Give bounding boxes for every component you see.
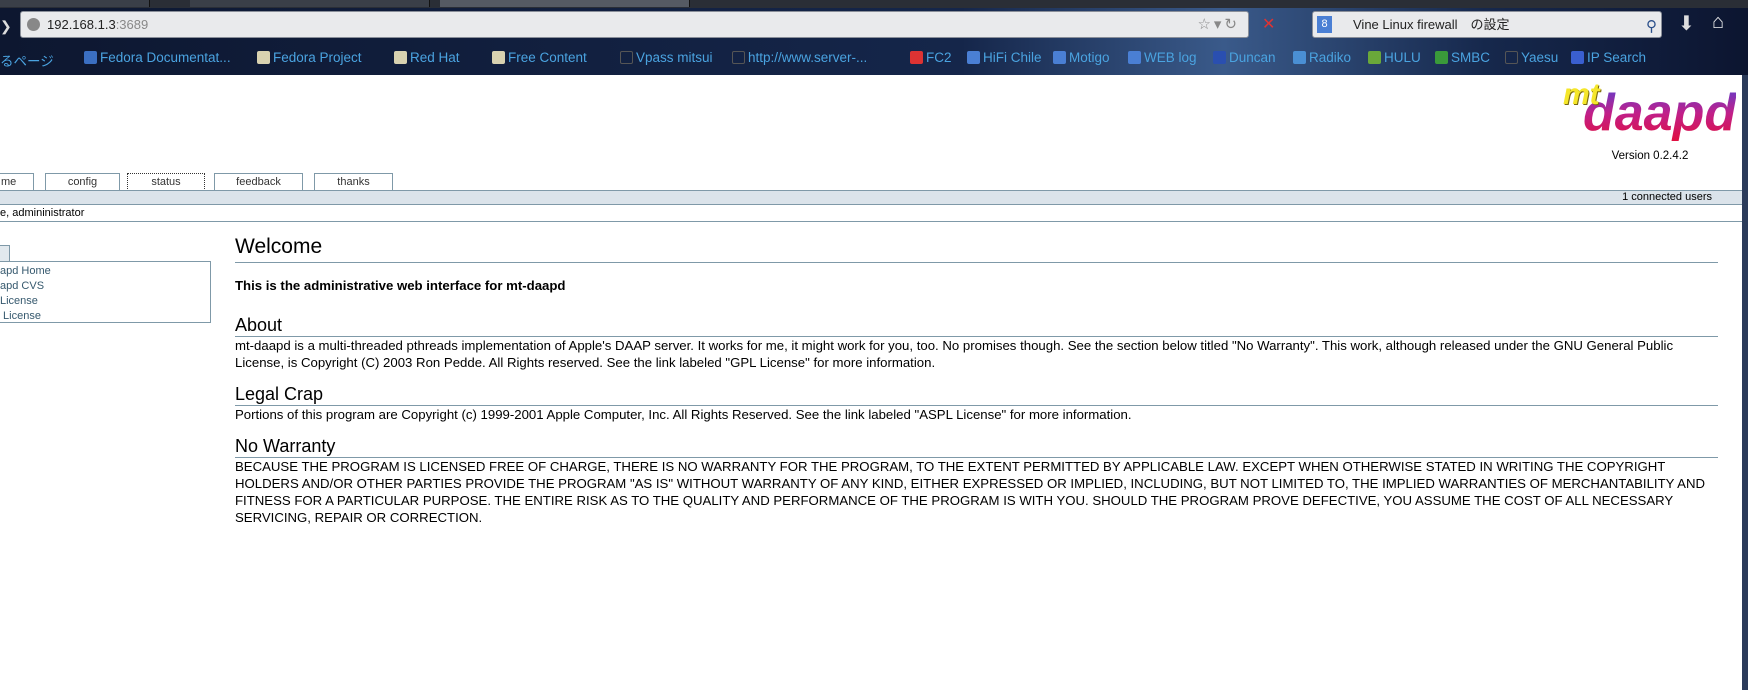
status-bar: 1 connected users bbox=[0, 190, 1742, 205]
bookmark-label: Vpass mitsui bbox=[636, 50, 713, 65]
tab-thanks[interactable]: thanks bbox=[314, 173, 393, 191]
m-icon bbox=[1128, 51, 1141, 64]
page-icon bbox=[620, 51, 633, 64]
radiko-icon bbox=[1293, 51, 1306, 64]
tab-feedback[interactable]: feedback bbox=[214, 173, 303, 191]
m-icon bbox=[1053, 51, 1066, 64]
bookmark-label: HiFi Chile bbox=[983, 50, 1042, 65]
warranty-heading: No Warranty bbox=[235, 435, 1718, 458]
folder-icon bbox=[257, 51, 270, 64]
warranty-text: BECAUSE THE PROGRAM IS LICENSED FREE OF … bbox=[235, 459, 1705, 525]
c-icon bbox=[1571, 51, 1584, 64]
fedora-icon bbox=[84, 51, 97, 64]
hulu-icon bbox=[1368, 51, 1381, 64]
bookmark-item[interactable]: FC2 bbox=[910, 50, 952, 65]
home-icon[interactable]: ⌂ bbox=[1712, 11, 1724, 34]
search-icon[interactable]: ⚲ bbox=[1646, 14, 1657, 39]
bookmark-item[interactable]: http://www.server-... bbox=[732, 50, 867, 65]
url-bar[interactable]: 192.168.1.3:3689 ☆▾↻ bbox=[20, 11, 1249, 38]
url-port: :3689 bbox=[115, 17, 149, 32]
version-label: Version 0.2.4.2 bbox=[1611, 150, 1689, 162]
bookmark-item[interactable]: Fedora Documentat... bbox=[84, 50, 231, 65]
link-mt-daapd-cvs[interactable]: apd CVS bbox=[0, 279, 210, 294]
back-arrow-icon[interactable]: ❯ bbox=[0, 18, 12, 35]
bookmark-label: Duncan bbox=[1229, 50, 1276, 65]
globe-icon bbox=[27, 18, 40, 31]
sidebar-links: apd Home apd CVS License License bbox=[0, 261, 211, 323]
smbc-icon bbox=[1435, 51, 1448, 64]
bookmark-item[interactable]: Vpass mitsui bbox=[620, 50, 713, 65]
google-icon[interactable]: 8 bbox=[1317, 16, 1332, 33]
intro-text: This is the administrative web interface… bbox=[235, 278, 566, 293]
bookmark-label: Radiko bbox=[1309, 50, 1352, 65]
duncan-icon bbox=[1213, 51, 1226, 64]
legal-text: Portions of this program are Copyright (… bbox=[235, 407, 1132, 422]
sidebar-tab bbox=[0, 245, 10, 262]
bookmark-label: Yaesu bbox=[1521, 50, 1559, 65]
fc2-icon bbox=[910, 51, 923, 64]
addon-stop-icon[interactable]: ✕ bbox=[1262, 14, 1275, 34]
browser-tab[interactable] bbox=[0, 0, 150, 7]
welcome-heading: Welcome bbox=[235, 234, 1718, 263]
search-input[interactable]: 8 Vine Linux firewall の設定 ⚲ bbox=[1312, 11, 1662, 38]
window-edge bbox=[1742, 75, 1748, 690]
legal-heading: Legal Crap bbox=[235, 383, 1718, 406]
bookmark-label: Fedora Documentat... bbox=[100, 50, 231, 65]
bookmark-label: るページ bbox=[0, 54, 54, 69]
bookmark-item[interactable]: WEB log bbox=[1128, 50, 1197, 65]
mt-daapd-logo: daapd mt bbox=[1555, 78, 1740, 150]
star-icon[interactable]: ☆ bbox=[1197, 16, 1213, 33]
link-mt-daapd-home[interactable]: apd Home bbox=[0, 264, 210, 279]
bookmark-item[interactable]: Radiko bbox=[1293, 50, 1351, 65]
bookmark-label: SMBC bbox=[1451, 50, 1491, 65]
link-aspl-license[interactable]: License bbox=[0, 309, 210, 324]
bookmark-label: FC2 bbox=[926, 50, 952, 65]
link-gpl-license[interactable]: License bbox=[0, 294, 210, 309]
bookmark-item[interactable]: IP Search bbox=[1571, 50, 1646, 65]
bookmark-label: http://www.server-... bbox=[748, 50, 868, 65]
bookmark-item[interactable]: HiFi Chile bbox=[967, 50, 1042, 65]
about-heading: About bbox=[235, 314, 1718, 337]
welcome-user-bar: e, admininistrator bbox=[0, 205, 1742, 222]
browser-tab[interactable] bbox=[190, 0, 430, 7]
page-icon bbox=[1505, 51, 1518, 64]
tab-config[interactable]: config bbox=[45, 173, 120, 191]
bookmark-label: Red Hat bbox=[410, 50, 460, 65]
bookmark-label: Free Content bbox=[508, 50, 587, 65]
hifi-icon bbox=[967, 51, 980, 64]
bookmark-item[interactable]: Duncan bbox=[1213, 50, 1276, 65]
browser-toolbar: ❯ 192.168.1.3:3689 ☆▾↻ ✕ 8 Vine Linux fi… bbox=[0, 0, 1748, 75]
logo-mt: mt bbox=[1563, 78, 1600, 111]
tab-strip bbox=[0, 0, 1748, 8]
bookmark-label: Motigo bbox=[1069, 50, 1110, 65]
bookmark-label: IP Search bbox=[1587, 50, 1647, 65]
main-content: Welcome This is the administrative web i… bbox=[235, 234, 1718, 526]
reload-icon[interactable]: ↻ bbox=[1224, 16, 1240, 33]
tab-home[interactable]: me bbox=[0, 173, 34, 191]
logo-daapd: daapd bbox=[1583, 84, 1737, 142]
bookmark-item[interactable]: Yaesu bbox=[1505, 50, 1558, 65]
welcome-user: e, admininistrator bbox=[0, 207, 85, 219]
bookmark-label: HULU bbox=[1384, 50, 1421, 65]
bookmark-item[interactable]: Red Hat bbox=[394, 50, 460, 65]
bookmark-item[interactable]: Free Content bbox=[492, 50, 587, 65]
url-host: 192.168.1.3 bbox=[47, 17, 116, 32]
browser-tab-active[interactable] bbox=[440, 0, 690, 7]
folder-icon bbox=[394, 51, 407, 64]
tab-status[interactable]: status bbox=[127, 173, 205, 191]
bookmark-item[interactable]: Motigo bbox=[1053, 50, 1110, 65]
download-icon[interactable]: ⬇ bbox=[1678, 11, 1695, 36]
chevron-down-icon[interactable]: ▾ bbox=[1214, 16, 1225, 33]
bookmark-item[interactable]: HULU bbox=[1368, 50, 1421, 65]
about-text: mt-daapd is a multi-threaded pthreads im… bbox=[235, 338, 1674, 370]
folder-icon bbox=[492, 51, 505, 64]
bookmark-item[interactable]: SMBC bbox=[1435, 50, 1490, 65]
bookmark-item[interactable]: Fedora Project bbox=[257, 50, 362, 65]
connected-users: 1 connected users bbox=[1622, 191, 1712, 203]
page-icon bbox=[732, 51, 745, 64]
bookmark-label: Fedora Project bbox=[273, 50, 362, 65]
bookmark-item[interactable]: るページ bbox=[0, 50, 54, 70]
bookmark-label: WEB log bbox=[1144, 50, 1197, 65]
search-text: Vine Linux firewall の設定 bbox=[1353, 17, 1510, 32]
